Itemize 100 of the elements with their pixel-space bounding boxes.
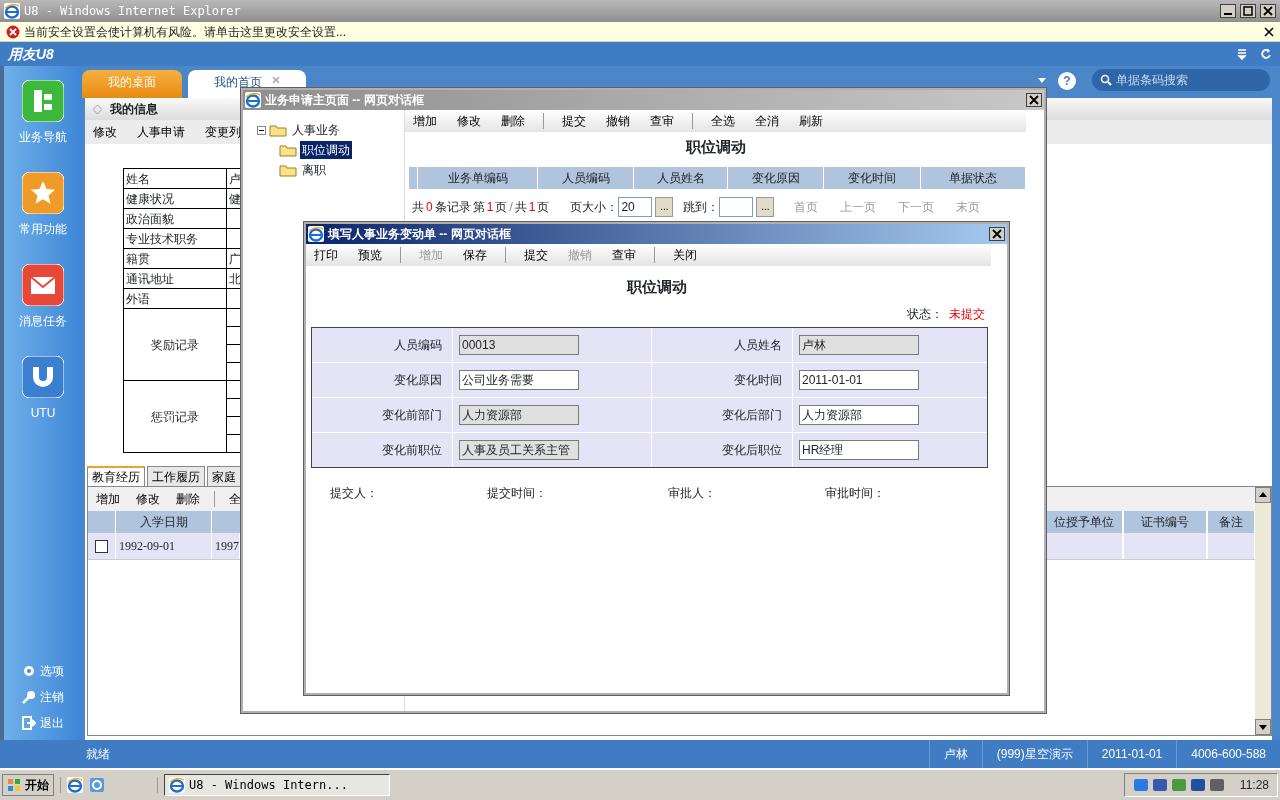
scrollbar[interactable]: [1255, 487, 1271, 735]
close-icon: [1029, 95, 1039, 105]
toolbar-button[interactable]: 保存: [461, 246, 489, 264]
tab[interactable]: 工作履历: [147, 466, 205, 486]
table-cell: 奖励记录: [123, 308, 227, 381]
toolbar-button[interactable]: 增加: [411, 112, 439, 130]
field-label: 变化前职位: [312, 432, 452, 467]
status-text: 就绪: [86, 746, 111, 763]
table-cell: 籍贯: [123, 248, 227, 269]
column-header: 变化时间: [824, 166, 921, 189]
text-field[interactable]: 2011-01-01: [799, 369, 919, 390]
close-button[interactable]: [989, 227, 1005, 241]
tree-item[interactable]: 离职: [300, 161, 328, 179]
table-cell: 姓名: [123, 168, 227, 189]
close-icon: [1263, 6, 1273, 16]
minimize-icon: [1224, 13, 1232, 15]
horseshoe-icon: [22, 356, 64, 398]
toolbar-button[interactable]: 撤销: [604, 112, 632, 130]
field-label: 提交时间：: [487, 484, 548, 502]
text-field[interactable]: HR经理: [799, 439, 919, 460]
toolbar-button[interactable]: 全消: [753, 112, 781, 130]
field-label: 人员姓名: [652, 327, 792, 362]
toolbar-button[interactable]: 提交: [560, 112, 588, 130]
toolbar-button[interactable]: 刷新: [797, 112, 825, 130]
panel-title: 我的信息: [110, 101, 158, 118]
taskbar-button[interactable]: U8 - Windows Intern...: [164, 774, 390, 796]
table-cell: 政治面貌: [123, 208, 227, 229]
toolbar-button[interactable]: 全选: [709, 112, 737, 130]
minimize-button[interactable]: [1220, 4, 1236, 18]
text-field[interactable]: 人力资源部: [799, 404, 919, 425]
close-button[interactable]: [1026, 93, 1042, 107]
toolbar-button[interactable]: 查审: [610, 246, 638, 264]
collapse-icon[interactable]: [257, 125, 266, 135]
toolbar-button[interactable]: 关闭: [671, 246, 699, 264]
close-icon[interactable]: [1264, 26, 1274, 37]
toolbar-button[interactable]: 删除: [499, 112, 527, 130]
start-button[interactable]: 开始: [2, 774, 54, 796]
folder-icon: [279, 163, 297, 177]
field-label: 变化时间: [652, 362, 792, 397]
toolbar-button[interactable]: 变更列: [203, 123, 243, 141]
field-label: 提交人：: [330, 484, 379, 502]
field-label: 人员编码: [312, 327, 452, 362]
star-icon: [22, 172, 64, 214]
page-heading: 职位调动: [625, 277, 688, 297]
toolbar-button[interactable]: 修改: [455, 112, 483, 130]
field-label: 审批时间：: [825, 484, 886, 502]
ellipsis-button[interactable]: ...: [756, 196, 775, 217]
ellipsis-button[interactable]: ...: [655, 196, 674, 217]
browser-icon: [308, 226, 324, 242]
toolbar-button[interactable]: 打印: [312, 246, 340, 264]
table-cell: 通讯地址: [123, 268, 227, 289]
windows-flag-icon: [7, 778, 21, 792]
maximize-button[interactable]: [1240, 4, 1256, 18]
tab[interactable]: 家庭: [207, 466, 241, 486]
page-size-field[interactable]: 20: [618, 196, 653, 217]
toolbar-button[interactable]: 提交: [522, 246, 550, 264]
page-jump-field[interactable]: [719, 196, 754, 217]
status-value: 未提交: [949, 305, 985, 323]
maximize-icon: [1243, 6, 1253, 16]
menu-icon[interactable]: [1236, 48, 1248, 60]
field-label: 变化后职位: [652, 432, 792, 467]
tab[interactable]: 教育经历: [87, 466, 145, 486]
table-cell: 外语: [123, 288, 227, 309]
record-summary: 共 0 条记录 第 1 页 / 共 1 页: [411, 198, 551, 216]
tree-item[interactable]: 职位调动: [300, 141, 352, 159]
tree-item[interactable]: 人事业务: [290, 121, 342, 139]
window-title: U8 - Windows Internet Explorer: [24, 3, 242, 20]
text-field[interactable]: 公司业务需要: [459, 369, 579, 390]
toolbar-button[interactable]: 删除: [174, 490, 202, 508]
browser-icon: [245, 92, 261, 108]
toolbar-button[interactable]: 全: [227, 490, 243, 508]
search-icon: [1100, 74, 1112, 86]
field-label: 跳到：: [683, 198, 720, 216]
exit-icon: [22, 716, 36, 730]
folder-icon: [269, 123, 287, 137]
browser-icon[interactable]: [67, 777, 83, 793]
column-header: 变化原因: [728, 166, 824, 189]
refresh-icon[interactable]: [1260, 48, 1272, 60]
search-field[interactable]: 单据条码搜索: [1092, 69, 1270, 91]
gear-icon: [22, 664, 36, 678]
checkbox[interactable]: [95, 539, 108, 553]
field-label: 变化原因: [312, 362, 452, 397]
column-header: 人员姓名: [634, 166, 728, 189]
help-button[interactable]: ?: [1058, 72, 1076, 90]
clock: 11:28: [1239, 777, 1269, 794]
key-icon: [22, 690, 36, 704]
status-label: 状态：: [907, 305, 943, 323]
toolbar-button[interactable]: 人事申请: [135, 123, 187, 141]
table-cell: 惩罚记录: [123, 380, 227, 453]
toolbar-button[interactable]: 修改: [134, 490, 162, 508]
envelope-icon: [22, 264, 64, 306]
toolbar-button[interactable]: 预览: [356, 246, 384, 264]
caret-icon[interactable]: [1038, 78, 1046, 84]
toolbar-button[interactable]: 修改: [91, 123, 119, 141]
field-label: 变化后部门: [652, 397, 792, 432]
toolbar-button[interactable]: 增加: [94, 490, 122, 508]
close-button[interactable]: [1260, 4, 1276, 18]
toolbar-button[interactable]: 查审: [648, 112, 676, 130]
field-label: 变化前部门: [312, 397, 452, 432]
table-cell: 专业技术职务: [123, 228, 227, 249]
